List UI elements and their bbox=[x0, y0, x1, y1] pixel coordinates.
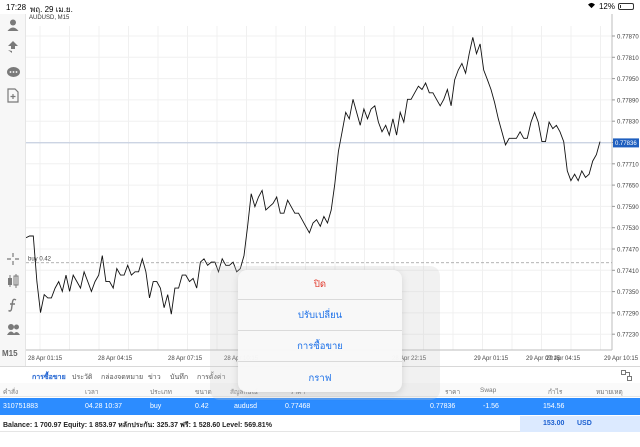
chat-icon[interactable] bbox=[4, 63, 22, 81]
row-time: 04.28 10:37 bbox=[85, 403, 122, 410]
row-profit: 154.56 bbox=[543, 403, 565, 410]
menu-trade[interactable]: การซื้อขาย bbox=[238, 332, 402, 362]
price-tick-label: 0.77350 bbox=[617, 290, 639, 296]
total-profit-currency: USD bbox=[577, 420, 592, 427]
status-right: 12% bbox=[587, 2, 634, 11]
time-tick-label: 28 Apr 07:15 bbox=[168, 356, 203, 362]
price-tick-label: 0.77410 bbox=[617, 269, 639, 275]
menu-chart[interactable]: กราฟ bbox=[238, 363, 402, 392]
price-tick-label: 0.77710 bbox=[617, 162, 639, 168]
row-type: buy bbox=[150, 403, 162, 410]
time-tick-label: 29 Apr 10:15 bbox=[604, 356, 639, 362]
layout-toggle-icon[interactable] bbox=[621, 370, 632, 383]
time-tick-label: 29 Apr 07:15 bbox=[526, 356, 561, 362]
col-order: คำสั่ง bbox=[3, 389, 19, 396]
time-tick-label: 29 Apr 01:15 bbox=[474, 356, 509, 362]
timeframe-label[interactable]: M15 bbox=[2, 349, 18, 358]
document-icon[interactable] bbox=[4, 86, 22, 104]
col-swap: Swap bbox=[480, 387, 497, 394]
tab-trade[interactable]: การซื้อขาย bbox=[32, 372, 66, 387]
crosshair-icon[interactable] bbox=[4, 250, 22, 268]
price-tick-label: 0.77470 bbox=[617, 248, 639, 254]
wifi-icon bbox=[587, 2, 596, 11]
balance-summary: Balance: 1 700.97 Equity: 1 853.97 หลักป… bbox=[3, 422, 272, 429]
tab-news[interactable]: ข่าว bbox=[148, 372, 161, 383]
tab-history[interactable]: ประวัติ bbox=[72, 372, 92, 383]
row-open-price: 0.77468 bbox=[285, 403, 311, 410]
time-tick-label: 28 Apr 01:15 bbox=[28, 356, 63, 362]
col-comment: หมายเหตุ bbox=[596, 389, 623, 396]
total-profit: 153.00 bbox=[543, 420, 565, 427]
col-price: ราคา bbox=[445, 389, 461, 396]
chart-symbol: AUDUSD, M15 bbox=[29, 15, 70, 21]
left-toolbar: M15 bbox=[0, 14, 26, 366]
total-profit-box: 153.00 USD bbox=[520, 416, 640, 432]
row-current-price: 0.77836 bbox=[430, 403, 456, 410]
trade-icon[interactable] bbox=[4, 38, 22, 56]
price-tick-label: 0.77590 bbox=[617, 205, 639, 211]
tab-mailbox[interactable]: กล่องจดหมาย bbox=[101, 372, 143, 383]
objects-icon[interactable] bbox=[4, 320, 22, 338]
price-tick-label: 0.77230 bbox=[617, 333, 639, 339]
row-symbol: audusd bbox=[234, 403, 257, 410]
price-tick-label: 0.77830 bbox=[617, 120, 639, 126]
time-tick-label: 28 Apr 04:15 bbox=[98, 356, 133, 362]
price-tick-label: 0.77890 bbox=[617, 98, 639, 104]
price-tick-label: 0.77290 bbox=[617, 311, 639, 317]
tab-journal[interactable]: บันทึก bbox=[170, 372, 188, 383]
col-type: ประเภท bbox=[150, 389, 172, 396]
battery-percent: 12% bbox=[598, 2, 615, 11]
function-icon[interactable] bbox=[4, 296, 22, 314]
row-order: 310751883 bbox=[3, 403, 39, 410]
battery-icon bbox=[618, 3, 634, 10]
position-context-menu: ปิด ปรับเปลี่ยน การซื้อขาย กราฟ bbox=[238, 270, 402, 392]
menu-modify[interactable]: ปรับเปลี่ยน bbox=[238, 301, 402, 331]
row-size: 0.42 bbox=[195, 403, 209, 410]
current-price-label: 0.77836 bbox=[615, 141, 637, 147]
status-time: 17:28 bbox=[6, 3, 27, 12]
status-bar: 17:28 พฤ. 29 เม.ย. 12% bbox=[0, 0, 640, 14]
price-tick-label: 0.77870 bbox=[617, 35, 639, 41]
row-swap: -1.56 bbox=[483, 403, 499, 410]
account-icon[interactable] bbox=[4, 16, 22, 34]
price-tick-label: 0.77950 bbox=[617, 77, 639, 83]
indicator-icon[interactable] bbox=[4, 272, 22, 290]
menu-close-position[interactable]: ปิด bbox=[238, 270, 402, 300]
account-footer: Balance: 1 700.97 Equity: 1 853.97 หลักป… bbox=[0, 416, 640, 432]
order-line-label: buy 0.42 bbox=[28, 257, 52, 263]
app-root: 17:28 พฤ. 29 เม.ย. 12% M15 0.77870 0.778… bbox=[0, 0, 640, 447]
price-tick-label: 0.77650 bbox=[617, 184, 639, 190]
price-tick-label: 0.77530 bbox=[617, 226, 639, 232]
col-time: เวลา bbox=[85, 389, 99, 396]
position-row[interactable]: 310751883 04.28 10:37 buy 0.42 audusd 0.… bbox=[0, 398, 640, 415]
col-profit: กำไร bbox=[548, 389, 563, 396]
price-tick-label: 0.77810 bbox=[617, 56, 639, 62]
